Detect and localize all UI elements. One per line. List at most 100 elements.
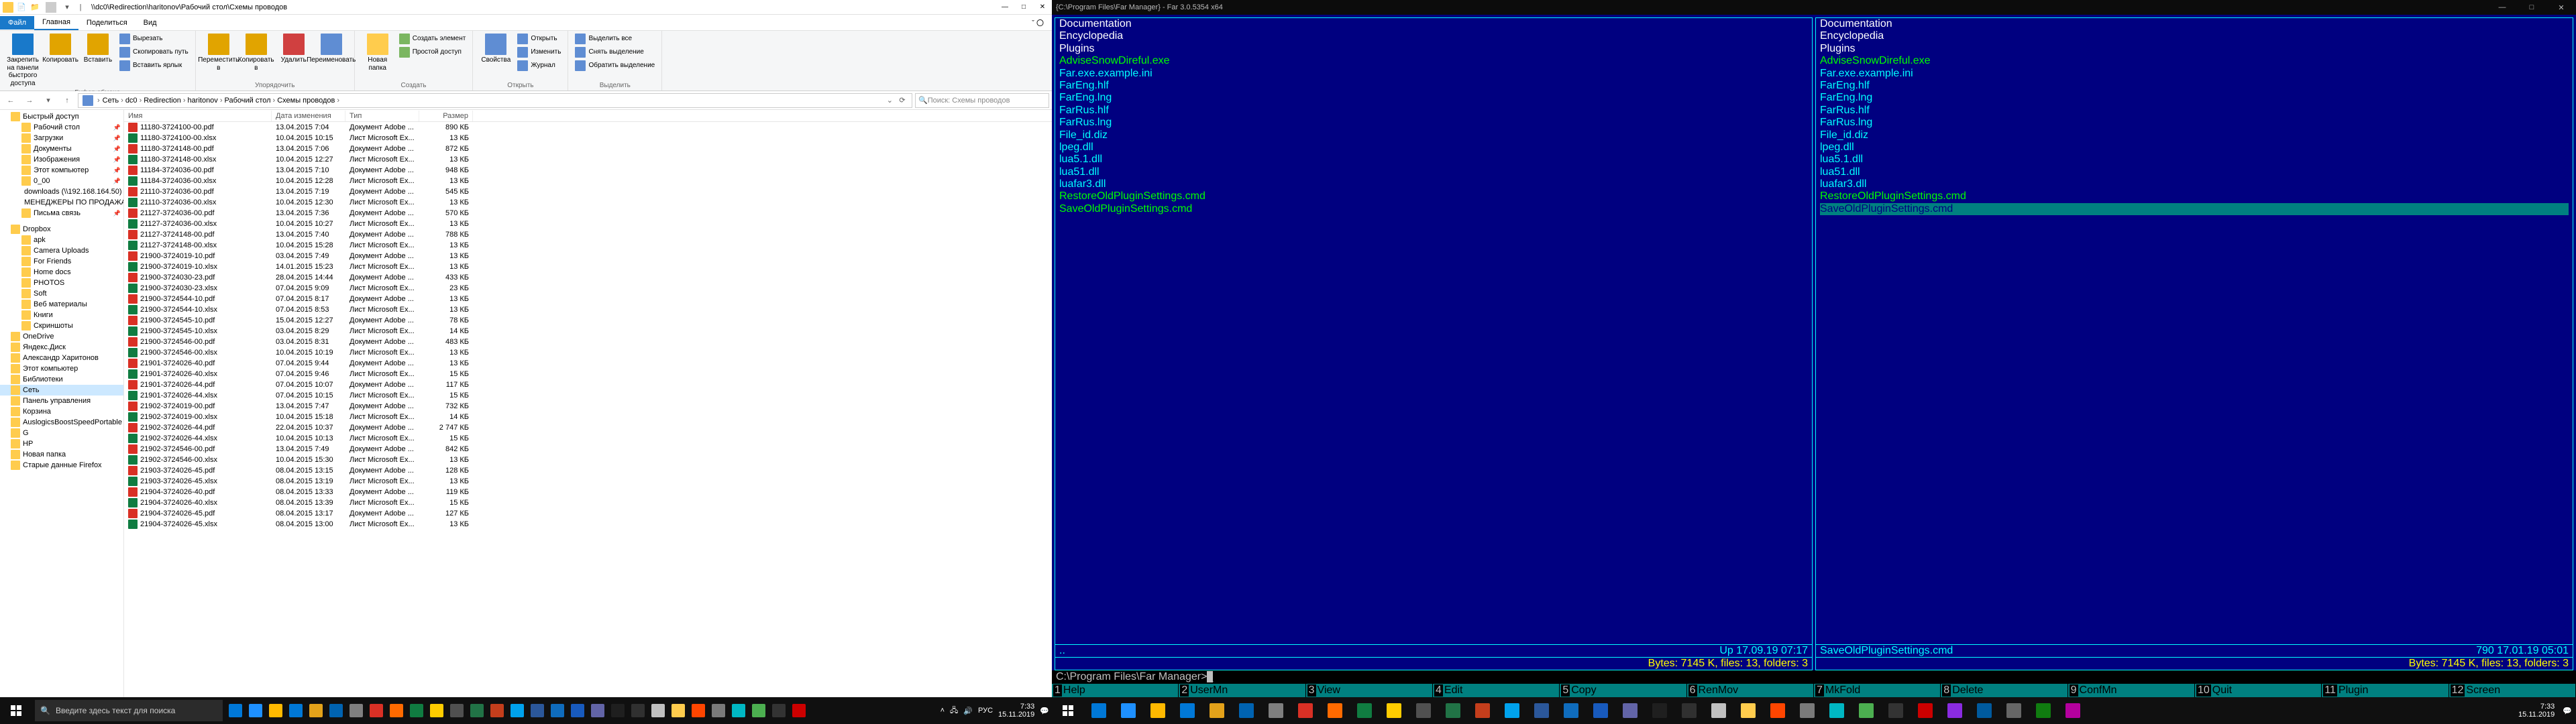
file-row[interactable]: 21904-3724026-40.xlsx08.04.2015 13:39Лис…: [124, 497, 1052, 508]
breadcrumb-dropdown-icon[interactable]: ⌄: [885, 96, 894, 105]
taskbar-app[interactable]: [648, 697, 668, 724]
far-list-item[interactable]: luafar3.dll: [1820, 178, 2569, 190]
file-row[interactable]: 21110-3724036-00.xlsx10.04.2015 12:30Лис…: [124, 197, 1052, 208]
far-list-item[interactable]: FarEng.lng: [1059, 92, 1808, 104]
taskbar-app[interactable]: [708, 697, 729, 724]
rename-button[interactable]: Переименовать: [313, 32, 350, 81]
taskbar-app[interactable]: [1556, 697, 1586, 724]
far-list-item[interactable]: RestoreOldPluginSettings.cmd: [1820, 190, 2569, 202]
far-list-item[interactable]: RestoreOldPluginSettings.cmd: [1059, 190, 1808, 202]
far-list-item[interactable]: FarRus.lng: [1820, 117, 2569, 129]
ribbon-collapse-button[interactable]: ˇ 〇: [1024, 15, 1052, 31]
file-row[interactable]: 11184-3724036-00.pdf13.04.2015 7:10Докум…: [124, 165, 1052, 176]
far-list-item[interactable]: Plugins: [1820, 43, 2569, 55]
far-list-item[interactable]: FarEng.hlf: [1059, 80, 1808, 92]
file-row[interactable]: 11184-3724036-00.xlsx10.04.2015 12:28Лис…: [124, 176, 1052, 186]
taskbar-app[interactable]: [527, 697, 547, 724]
file-row[interactable]: 21900-3724545-10.xlsx03.04.2015 8:29Лист…: [124, 326, 1052, 337]
maximize-button[interactable]: □: [2517, 0, 2546, 15]
taskbar-app[interactable]: [688, 697, 708, 724]
file-row[interactable]: 21903-3724026-45.xlsx08.04.2015 13:19Лис…: [124, 476, 1052, 487]
far-list-item[interactable]: SaveOldPluginSettings.cmd: [1059, 203, 1808, 215]
taskbar-app[interactable]: [588, 697, 608, 724]
taskbar-app[interactable]: [729, 697, 749, 724]
tree-node[interactable]: HP: [0, 438, 123, 449]
keybar-f1[interactable]: 1Help: [1052, 684, 1178, 697]
paste-shortcut-button[interactable]: Вставить ярлык: [117, 59, 191, 72]
tree-node[interactable]: Библиотеки: [0, 374, 123, 385]
taskbar-app[interactable]: [668, 697, 688, 724]
file-row[interactable]: 11180-3724100-00.pdf13.04.2015 7:04Докум…: [124, 122, 1052, 133]
language-indicator[interactable]: РУС: [978, 707, 993, 715]
taskbar-app[interactable]: [769, 697, 789, 724]
tree-node[interactable]: apk: [0, 235, 123, 245]
breadcrumb-segment[interactable]: Схемы проводов: [276, 97, 335, 105]
file-row[interactable]: 21904-3724026-40.pdf08.04.2015 13:33Доку…: [124, 487, 1052, 497]
far-list-item[interactable]: FarRus.lng: [1059, 117, 1808, 129]
far-list-item[interactable]: lua51.dll: [1059, 166, 1808, 178]
taskbar-app[interactable]: [1173, 697, 1202, 724]
minimize-button[interactable]: —: [996, 0, 1014, 15]
breadcrumb-segment[interactable]: Redirection: [143, 97, 182, 105]
far-keybar[interactable]: 1Help2UserMn3View4Edit5Copy6RenMov7MkFol…: [1052, 684, 2576, 697]
file-row[interactable]: 21901-3724026-40.pdf07.04.2015 9:44Докум…: [124, 358, 1052, 369]
easy-access-button[interactable]: Простой доступ: [396, 46, 469, 59]
file-row[interactable]: 21903-3724026-45.pdf08.04.2015 13:15Доку…: [124, 465, 1052, 476]
file-row[interactable]: 21901-3724026-44.pdf07.04.2015 10:07Доку…: [124, 379, 1052, 390]
file-row[interactable]: 21901-3724026-40.xlsx07.04.2015 9:46Лист…: [124, 369, 1052, 379]
history-button[interactable]: Журнал: [515, 59, 564, 72]
keybar-f10[interactable]: 10Quit: [2195, 684, 2321, 697]
tree-node[interactable]: downloads (\\192.168.164.50) (Y:)📌: [0, 186, 123, 197]
file-row[interactable]: 11180-3724148-00.pdf13.04.2015 7:06Докум…: [124, 143, 1052, 154]
tree-node[interactable]: PHOTOS: [0, 278, 123, 288]
copy-button[interactable]: Копировать: [42, 32, 79, 88]
file-row[interactable]: 21902-3724019-00.pdf13.04.2015 7:47Докум…: [124, 401, 1052, 412]
taskbar-app[interactable]: [1232, 697, 1261, 724]
tree-node[interactable]: Яндекс.Диск: [0, 342, 123, 353]
taskbar-app[interactable]: [1911, 697, 1940, 724]
taskbar-app[interactable]: [1350, 697, 1379, 724]
taskbar-app[interactable]: [1704, 697, 1733, 724]
taskbar-app[interactable]: [2058, 697, 2088, 724]
taskbar-app[interactable]: [1468, 697, 1497, 724]
taskbar-app[interactable]: [1851, 697, 1881, 724]
keybar-f2[interactable]: 2UserMn: [1179, 684, 1305, 697]
keybar-f4[interactable]: 4Edit: [1433, 684, 1559, 697]
file-row[interactable]: 21901-3724026-44.xlsx07.04.2015 10:15Лис…: [124, 390, 1052, 401]
minimize-button[interactable]: —: [2487, 0, 2517, 15]
taskbar-app[interactable]: [1291, 697, 1320, 724]
taskbar-app[interactable]: [1822, 697, 1851, 724]
far-list-item[interactable]: lpeg.dll: [1059, 141, 1808, 154]
col-date[interactable]: Дата изменения: [272, 111, 345, 121]
far-cmdline[interactable]: C:\Program Files\Far Manager>_: [1052, 670, 2576, 684]
tree-node[interactable]: Camera Uploads: [0, 245, 123, 256]
file-list[interactable]: Имя Дата изменения Тип Размер 11180-3724…: [124, 110, 1052, 709]
far-list-item[interactable]: AdviseSnowDireful.exe: [1059, 55, 1808, 67]
taskbar-app[interactable]: [306, 697, 326, 724]
system-tray[interactable]: 7:3315.11.2019 💬: [2518, 703, 2576, 719]
tray-chevron-icon[interactable]: ˄: [941, 707, 945, 715]
col-size[interactable]: Размер: [419, 111, 473, 121]
tree-node[interactable]: Старые данные Firefox: [0, 460, 123, 471]
taskbar-app[interactable]: [1792, 697, 1822, 724]
tray-volume-icon[interactable]: 🔊: [963, 707, 973, 715]
breadcrumb[interactable]: › Сеть›dc0›Redirection›haritonov›Рабочий…: [78, 93, 912, 108]
open-button[interactable]: Открыть: [515, 32, 564, 46]
tree-node[interactable]: OneDrive: [0, 331, 123, 342]
tree-node[interactable]: Новая папка: [0, 449, 123, 460]
far-list-item[interactable]: FarRus.hlf: [1059, 105, 1808, 117]
file-row[interactable]: 21127-3724148-00.xlsx10.04.2015 15:28Лис…: [124, 240, 1052, 251]
start-button[interactable]: [0, 697, 32, 724]
far-list-item[interactable]: FarEng.lng: [1820, 92, 2569, 104]
taskbar-app[interactable]: [1409, 697, 1438, 724]
search-input[interactable]: 🔍 Поиск: Схемы проводов: [915, 93, 1049, 108]
system-tray[interactable]: ˄ 🖧 🔊 РУС 7:3315.11.2019 💬: [941, 703, 1052, 719]
refresh-button[interactable]: ⟳: [894, 93, 910, 109]
taskbar-app[interactable]: [467, 697, 487, 724]
file-row[interactable]: 21127-3724036-00.xlsx10.04.2015 10:27Лис…: [124, 219, 1052, 229]
keybar-f9[interactable]: 9ConfMn: [2068, 684, 2194, 697]
far-list-item[interactable]: Documentation: [1820, 18, 2569, 30]
file-row[interactable]: 21110-3724036-00.pdf13.04.2015 7:19Докум…: [124, 186, 1052, 197]
taskbar-app[interactable]: [427, 697, 447, 724]
tree-node[interactable]: Dropbox: [0, 224, 123, 235]
